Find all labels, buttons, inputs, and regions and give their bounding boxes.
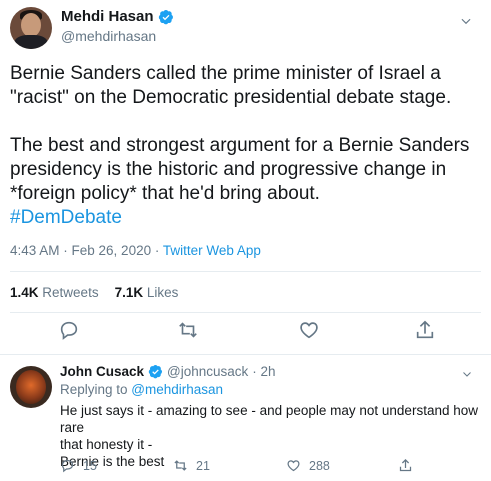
tweet-text: Bernie Sanders called the prime minister… <box>10 62 480 230</box>
tweet-paragraph-1: Bernie Sanders called the prime minister… <box>10 63 452 108</box>
tweet-stats: 1.4K Retweets 7.1K Likes <box>10 285 178 300</box>
likes-stat[interactable]: 7.1K Likes <box>115 285 179 300</box>
divider <box>0 354 491 355</box>
avatar-image <box>16 370 46 404</box>
replying-prefix: Replying to <box>60 382 132 397</box>
hashtag-link[interactable]: #DemDebate <box>10 206 480 230</box>
replying-to-link[interactable]: @mehdirhasan <box>131 382 223 397</box>
retweet-count: 21 <box>196 458 210 473</box>
like-button[interactable] <box>298 319 320 341</box>
tweet-meta: 4:43 AM · Feb 26, 2020 · Twitter Web App <box>10 243 261 258</box>
reply-share-button[interactable] <box>398 458 413 473</box>
reply-like-button[interactable]: 288 <box>286 458 330 473</box>
divider <box>10 271 481 272</box>
retweets-label: Retweets <box>42 285 99 300</box>
likes-label: Likes <box>146 285 179 300</box>
retweets-count: 1.4K <box>10 285 39 300</box>
verified-badge-icon <box>148 364 163 379</box>
main-tweet: Mehdi Hasan @mehdirhasan Bernie Sanders … <box>0 0 491 355</box>
reply-line-2: that honesty it - <box>60 437 153 452</box>
reply-line-1: He just says it - amazing to see - and p… <box>60 403 478 435</box>
reply-author-handle[interactable]: @johncusack <box>167 364 248 379</box>
reply-count: 15 <box>83 458 97 473</box>
tweet-source[interactable]: Twitter Web App <box>163 243 261 258</box>
reply-retweet-button[interactable]: 21 <box>173 458 210 473</box>
reply-actions: 15 21 288 <box>60 458 480 476</box>
author-name-row: Mehdi Hasan <box>61 8 174 25</box>
retweet-button[interactable] <box>177 319 199 341</box>
tweet-timestamp[interactable]: 4:43 AM · Feb 26, 2020 · <box>10 243 163 258</box>
avatar-body <box>14 35 48 49</box>
retweet-icon <box>179 322 197 338</box>
verified-badge-icon <box>158 9 173 24</box>
reply-icon <box>61 459 74 473</box>
reply-icon <box>60 321 78 340</box>
author-handle[interactable]: @mehdirhasan <box>61 28 174 44</box>
share-button[interactable] <box>414 319 436 341</box>
reply-header: John Cusack @johncusack · 2h <box>60 364 276 379</box>
replying-to: Replying to @mehdirhasan <box>60 382 223 397</box>
avatar[interactable] <box>10 7 52 49</box>
like-count: 288 <box>309 458 330 473</box>
reply-author-name[interactable]: John Cusack <box>60 364 144 379</box>
reply-time[interactable]: · 2h <box>252 364 275 379</box>
likes-count: 7.1K <box>114 285 144 300</box>
chevron-down-icon[interactable] <box>461 368 473 380</box>
tweet-author: Mehdi Hasan @mehdirhasan <box>61 8 174 44</box>
like-icon <box>300 322 318 339</box>
share-icon <box>399 458 412 472</box>
author-name[interactable]: Mehdi Hasan <box>61 8 154 25</box>
share-icon <box>416 320 434 339</box>
retweets-stat[interactable]: 1.4K Retweets <box>10 285 99 300</box>
tweet-actions <box>0 319 491 349</box>
chevron-down-icon[interactable] <box>459 14 473 28</box>
reply-tweet[interactable]: John Cusack @johncusack · 2h Replying to… <box>0 356 491 481</box>
reply-button[interactable] <box>58 319 80 341</box>
tweet-paragraph-2: The best and strongest argument for a Be… <box>10 135 475 204</box>
avatar-face <box>21 13 41 37</box>
divider <box>10 312 481 313</box>
reply-reply-button[interactable]: 15 <box>60 458 97 473</box>
retweet-icon <box>174 460 187 471</box>
avatar[interactable] <box>10 366 52 408</box>
like-icon <box>287 460 300 472</box>
